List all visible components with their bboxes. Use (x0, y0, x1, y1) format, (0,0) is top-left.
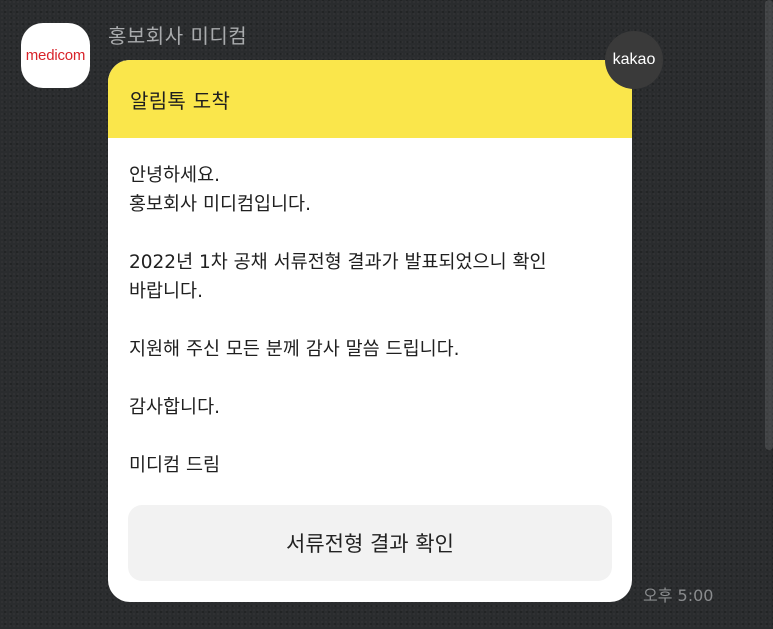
message-bubble: 알림톡 도착 안녕하세요. 홍보회사 미디컴입니다. 2022년 1차 공채 서… (108, 60, 632, 602)
check-results-button[interactable]: 서류전형 결과 확인 (128, 505, 612, 581)
message-line: 감사합니다. (129, 397, 220, 418)
message-timestamp: 오후 5:00 (643, 586, 714, 605)
message-line: 홍보회사 미디컴입니다. (129, 194, 311, 215)
message-line: 바랍니다. (129, 281, 203, 302)
header-title: 알림톡 도착 (130, 88, 231, 113)
sender-name: 홍보회사 미디컴 (108, 24, 248, 48)
kakao-badge: kakao (605, 31, 663, 89)
message-line: 미디컴 드림 (129, 455, 220, 476)
message-line: 2022년 1차 공채 서류전형 결과가 발표되었으니 확인 (129, 252, 547, 273)
message-line: 지원해 주신 모든 분께 감사 말씀 드립니다. (129, 339, 460, 360)
sender-avatar[interactable]: medicom (21, 23, 90, 88)
message-body: 안녕하세요. 홍보회사 미디컴입니다. 2022년 1차 공채 서류전형 결과가… (108, 138, 632, 480)
medicom-logo: medicom (25, 47, 86, 64)
chat-scrollbar[interactable] (765, 0, 773, 450)
bubble-header: 알림톡 도착 (108, 60, 632, 138)
message-line: 안녕하세요. (129, 165, 220, 186)
